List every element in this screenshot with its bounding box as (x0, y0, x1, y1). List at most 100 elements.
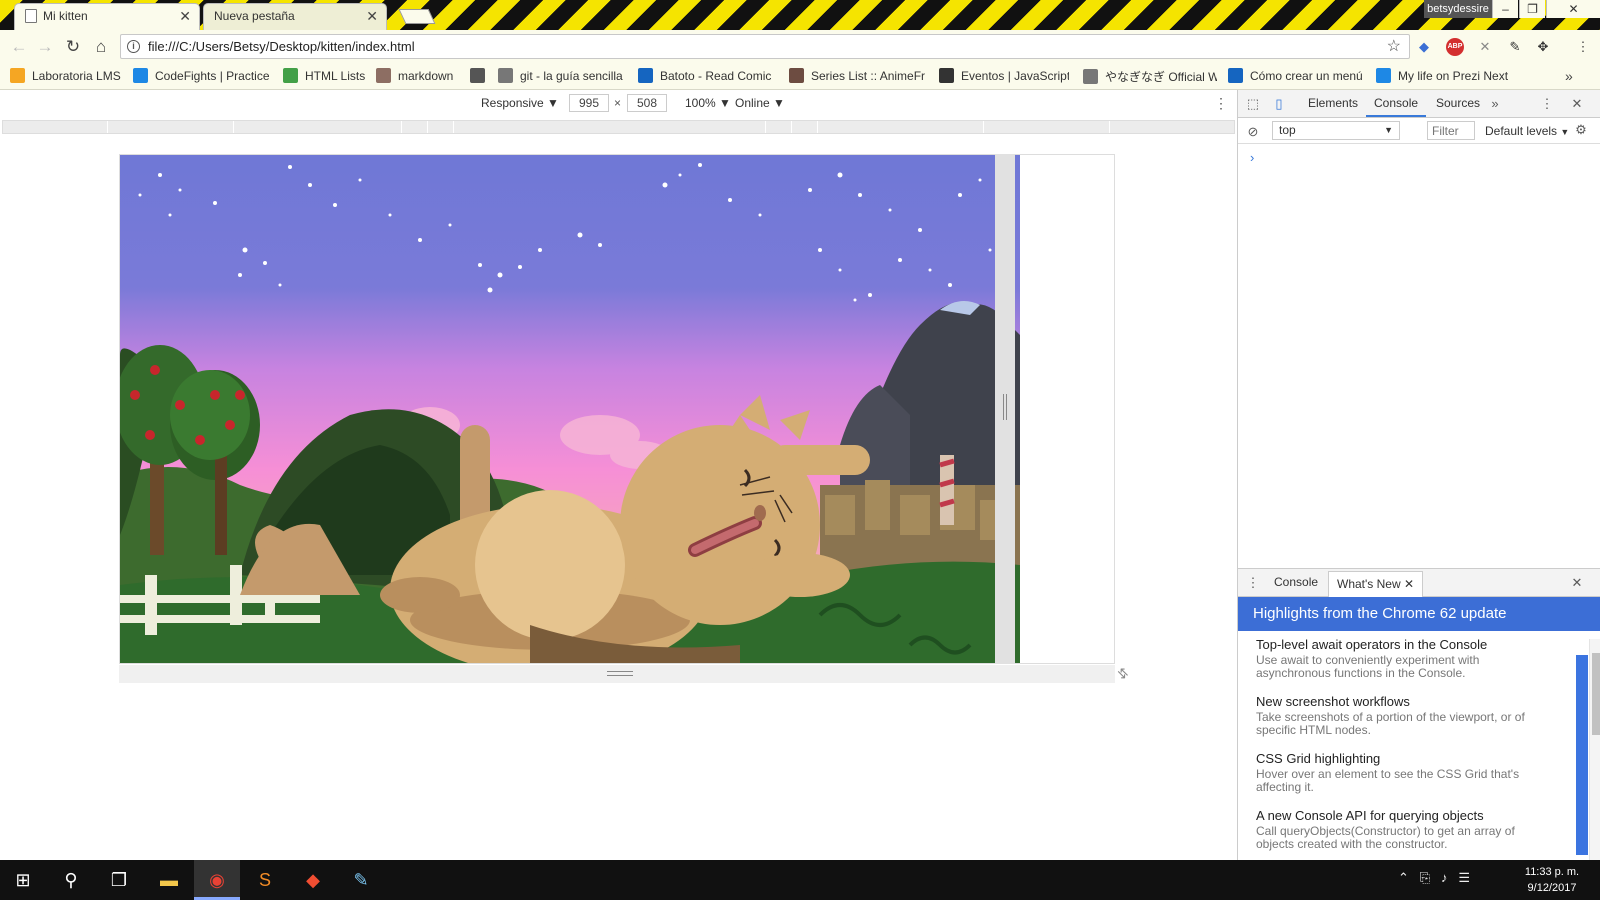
info-icon[interactable]: i (127, 40, 140, 53)
bookmarks-overflow-icon[interactable]: » (1565, 68, 1573, 84)
bookmark-item[interactable] (470, 68, 490, 83)
bookmark-item[interactable]: Cómo crear un menú (1228, 68, 1362, 83)
home-icon[interactable]: ⌂ (90, 36, 112, 58)
close-icon[interactable]: ✕ (366, 4, 378, 29)
new-tab-button[interactable] (398, 9, 436, 24)
reload-icon[interactable]: ↻ (62, 36, 84, 58)
ruler-segment[interactable] (817, 121, 818, 133)
ruler-segment[interactable] (983, 121, 984, 133)
tab-mi-kitten[interactable]: Mi kitten ✕ (14, 3, 200, 30)
bookmark-favicon-icon (470, 68, 485, 83)
zoom-select[interactable]: 100% ▼ (685, 96, 731, 110)
maximize-button[interactable]: ❐ (1519, 0, 1545, 18)
sublime-text-icon[interactable]: S (242, 860, 288, 900)
resize-handle-bottom[interactable] (119, 665, 1115, 683)
bookmarks-bar: Laboratoria LMS CodeFights | Practice HT… (0, 62, 1600, 90)
filter-input[interactable] (1427, 121, 1475, 140)
extension-move-icon[interactable]: ✥ (1534, 38, 1552, 56)
resize-corner-icon[interactable]: ⇵ (1114, 664, 1133, 683)
devtools-tabbar: ⬚ ▯ Elements Console Sources » ⋮ ✕ (1238, 90, 1600, 118)
gear-icon[interactable]: ⚙ (1572, 122, 1590, 138)
drawer-tab-console[interactable]: Console (1266, 569, 1326, 596)
tab-elements[interactable]: Elements (1300, 90, 1366, 117)
ruler-segment[interactable] (427, 121, 428, 133)
close-icon[interactable]: ✕ (1404, 577, 1414, 591)
clear-console-icon[interactable]: ⊘ (1244, 124, 1262, 140)
resize-handle-right[interactable] (995, 154, 1015, 664)
close-icon[interactable]: ✕ (1568, 96, 1586, 112)
windows-start-icon[interactable]: ⊞ (0, 860, 46, 900)
log-levels-select[interactable]: Default levels ▼ (1485, 124, 1569, 138)
close-drawer-icon[interactable]: ✕ (1568, 575, 1586, 591)
whats-new-item[interactable]: Top-level await operators in the Console… (1256, 637, 1556, 680)
tab-nueva-pestana[interactable]: Nueva pestaña ✕ (203, 3, 387, 30)
ruler-segment[interactable] (791, 121, 792, 133)
more-tabs-icon[interactable]: » (1486, 96, 1504, 112)
devtools-menu-icon[interactable]: ⋮ (1538, 96, 1556, 112)
close-icon[interactable]: ✕ (179, 4, 191, 29)
profile-badge[interactable]: betsydessire (1424, 0, 1492, 18)
paint-icon[interactable]: ✎ (338, 860, 384, 900)
device-options-icon[interactable]: ⋮ (1214, 95, 1228, 112)
bookmark-item[interactable]: HTML Lists (283, 68, 369, 83)
context-select[interactable]: top ▼ (1272, 121, 1400, 140)
bookmark-item[interactable]: git - la guía sencilla (498, 68, 626, 83)
bookmark-label: HTML Lists (305, 69, 366, 83)
bookmark-item[interactable]: Batoto - Read Comic (638, 68, 774, 83)
search-icon[interactable]: ⚲ (48, 860, 94, 900)
address-bar[interactable]: i file:///C:/Users/Betsy/Desktop/kitten/… (120, 34, 1410, 59)
ruler-segment[interactable] (453, 121, 454, 133)
drawer-tab-whats-new[interactable]: What's New ✕ (1328, 571, 1424, 597)
device-toolbar-toggle-icon[interactable]: ▯ (1270, 96, 1288, 112)
tab-console[interactable]: Console (1366, 90, 1427, 117)
scrollbar-thumb[interactable] (1592, 653, 1600, 735)
extension-pen-icon[interactable]: ✎ (1506, 38, 1524, 56)
chevron-down-icon: ▼ (1560, 127, 1570, 137)
url-text[interactable]: file:///C:/Users/Betsy/Desktop/kitten/in… (148, 35, 415, 58)
bookmark-item[interactable]: やなぎなぎ Official We (1083, 68, 1217, 85)
minimize-button[interactable]: – (1492, 0, 1518, 18)
clock[interactable]: 11:33 p. m. 9/12/2017 (1516, 864, 1588, 896)
chrome-icon[interactable]: ◉ (194, 860, 240, 900)
bookmark-star-icon[interactable]: ☆ (1387, 36, 1401, 56)
system-tray[interactable]: ⌃ ⎘ ♪ ☰ (1398, 870, 1470, 886)
media-query-bar[interactable] (2, 120, 1235, 134)
close-window-button[interactable]: ✕ (1546, 0, 1600, 18)
ruler-segment[interactable] (1109, 121, 1110, 133)
inspect-element-icon[interactable]: ⬚ (1244, 96, 1262, 112)
ruler-segment[interactable] (107, 121, 108, 133)
whats-new-item[interactable]: CSS Grid highlighting Hover over an elem… (1256, 751, 1556, 794)
whats-new-item[interactable]: A new Console API for querying objects C… (1256, 808, 1556, 851)
scrollbar[interactable] (1589, 639, 1600, 861)
ruler-segment[interactable] (233, 121, 234, 133)
device-toolbar: Responsive ▼ 995 × 508 100% ▼ Online ▼ ⋮ (0, 90, 1237, 118)
bookmark-item[interactable]: markdown (376, 68, 462, 83)
whats-new-item[interactable]: New screenshot workflows Take screenshot… (1256, 694, 1556, 737)
chrome-menu-icon[interactable]: ⋮ (1574, 38, 1592, 56)
console-prompt[interactable]: › (1250, 150, 1254, 165)
network-throttle-select[interactable]: Online ▼ (735, 96, 785, 110)
forward-icon[interactable]: → (34, 36, 56, 58)
bookmark-item[interactable]: CodeFights | Practice (133, 68, 271, 83)
grip-icon (607, 671, 633, 676)
tab-sources[interactable]: Sources (1428, 90, 1488, 117)
file-explorer-icon[interactable]: ▬ (146, 860, 192, 900)
git-icon[interactable]: ◆ (290, 860, 336, 900)
bookmark-item[interactable]: My life on Prezi Next (1376, 68, 1526, 83)
ruler-segment[interactable] (765, 121, 766, 133)
bookmark-item[interactable]: Series List :: AnimeFr (789, 68, 925, 83)
bookmark-item[interactable]: Eventos | JavaScript (939, 68, 1069, 83)
levels-label: Default levels (1485, 124, 1558, 138)
extension-shield-icon[interactable]: ◆ (1415, 38, 1433, 56)
device-mode-select[interactable]: Responsive ▼ (481, 96, 559, 110)
ruler-segment[interactable] (401, 121, 402, 133)
back-icon[interactable]: ← (8, 36, 30, 58)
task-view-icon[interactable]: ❐ (96, 860, 142, 900)
extension-x-icon[interactable]: ✕ (1476, 38, 1494, 56)
bookmark-item[interactable]: Laboratoria LMS (10, 68, 128, 83)
zoom-label: 100% (685, 96, 716, 110)
width-input[interactable]: 995 (569, 94, 609, 112)
drawer-menu-icon[interactable]: ⋮ (1244, 575, 1262, 591)
height-input[interactable]: 508 (627, 94, 667, 112)
adblock-icon[interactable]: ABP (1446, 38, 1464, 56)
